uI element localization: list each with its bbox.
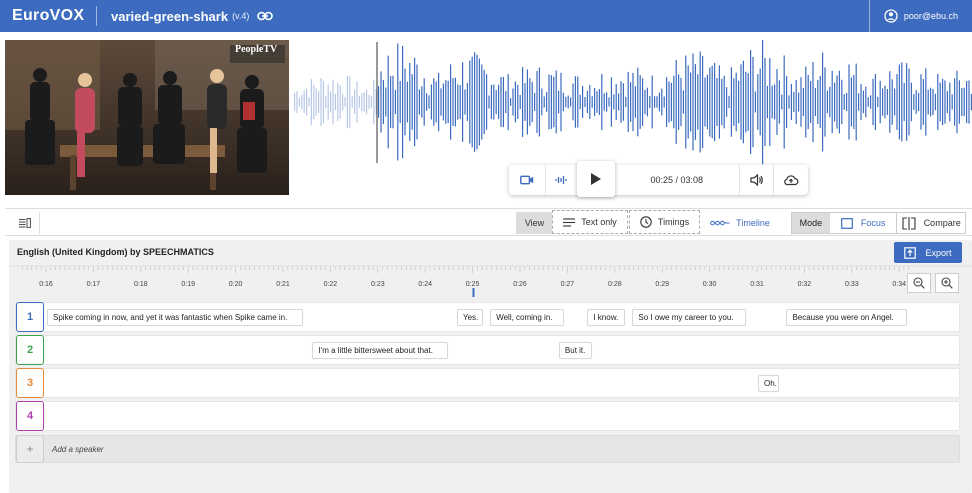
transcript-segment[interactable]: But it. [558, 342, 593, 359]
timeline-button[interactable]: Timeline [702, 212, 778, 234]
top-navbar: EuroVOX varied-green-shark (v.4) poor@eb… [0, 0, 972, 32]
ruler-label: 0:16 [39, 281, 53, 288]
export-label: Export [925, 247, 952, 258]
cloud-upload-icon [784, 175, 799, 186]
transcript-segment[interactable]: Well, coming in. [490, 309, 564, 326]
sidebar-toggle-button[interactable] [10, 212, 40, 234]
play-button[interactable] [577, 160, 615, 197]
speaker-number[interactable]: 4 [16, 401, 44, 431]
text-only-button[interactable]: Text only [552, 210, 628, 234]
speaker-number[interactable]: 1 [16, 302, 44, 332]
video-camera-icon [519, 175, 533, 185]
volume-button[interactable] [740, 165, 774, 195]
view-label: View [516, 212, 553, 234]
speaker-track-1[interactable]: 1 Spike coming in now, and yet it was fa… [15, 302, 960, 332]
ruler-label: 0:29 [655, 281, 669, 288]
zoom-in-button[interactable] [935, 273, 959, 293]
transcript-segment[interactable]: So I owe my career to you. [632, 309, 747, 326]
account-icon [884, 9, 898, 23]
volume-icon [750, 174, 763, 186]
ruler-label: 0:20 [229, 281, 243, 288]
timings-label: Timings [657, 217, 690, 227]
transcript-segment[interactable]: Because you were on Angel. [786, 309, 908, 326]
project-title: varied-green-shark [111, 8, 229, 24]
ruler-label: 0:27 [561, 281, 575, 288]
video-toggle-button[interactable] [509, 165, 545, 195]
timeline-label: Timeline [736, 218, 770, 228]
ruler-label: 0:23 [371, 281, 385, 288]
clock-icon [640, 216, 652, 228]
project-version: (v.4) [232, 11, 250, 21]
play-icon [590, 172, 601, 185]
view-toolbar: View Text only Timings Timeline Mode Foc… [5, 208, 972, 236]
player-controls: 00:25 / 03:08 [509, 160, 808, 197]
transcript-segment[interactable]: I'm a little bittersweet about that. [312, 342, 448, 359]
waveform-toggle-button[interactable] [546, 165, 578, 195]
export-button[interactable]: Export [894, 242, 962, 263]
video-player[interactable]: PeopleTV [5, 40, 289, 195]
focus-square-icon [840, 217, 853, 229]
ruler-label: 0:33 [845, 281, 859, 288]
compare-label: Compare [923, 218, 961, 228]
ruler-label: 0:34 [892, 281, 906, 288]
ruler-label: 0:25 [466, 281, 480, 288]
ruler-label: 0:18 [134, 281, 148, 288]
ruler-label: 0:21 [276, 281, 290, 288]
sidebar-icon [18, 218, 31, 228]
video-watermark: PeopleTV [235, 44, 278, 55]
focus-label: Focus [860, 218, 886, 228]
timeline-ruler[interactable]: 0:16 0:17 0:18 0:19 0:20 0:21 0:22 0:23 0:24 0:25… [9, 264, 972, 300]
compare-button[interactable]: Compare [897, 213, 965, 233]
add-speaker-plus-icon[interactable]: + [16, 435, 44, 463]
timeline-icon [710, 220, 730, 226]
compare-icon [902, 216, 916, 230]
add-speaker-placeholder[interactable]: Add a speaker [52, 445, 104, 454]
mode-group: Mode Focus Compare [791, 212, 966, 234]
ruler-label: 0:22 [324, 281, 338, 288]
ruler-label: 0:32 [798, 281, 812, 288]
transcript-segment[interactable]: Yes. [457, 309, 484, 326]
ruler-label: 0:28 [608, 281, 622, 288]
zoom-out-button[interactable] [907, 273, 931, 293]
speaker-track-3[interactable]: 3 Oh. [15, 368, 960, 398]
speaker-number[interactable]: 3 [16, 368, 44, 398]
user-menu[interactable]: poor@ebu.ch [868, 0, 972, 32]
upload-button[interactable] [774, 165, 808, 195]
header-divider [96, 6, 97, 26]
speaker-track-4[interactable]: 4 [15, 401, 960, 431]
waveform-icon [555, 176, 567, 184]
app-logo[interactable]: EuroVOX [12, 7, 96, 25]
text-only-label: Text only [581, 217, 617, 227]
zoom-out-icon [913, 277, 925, 289]
transcript-segment[interactable]: I know. [587, 309, 626, 326]
speaker-number[interactable]: 2 [16, 335, 44, 365]
export-icon [904, 246, 917, 259]
link-icon[interactable] [257, 10, 274, 22]
timecode-display: 00:25 / 03:08 [650, 175, 704, 185]
ruler-label: 0:31 [750, 281, 764, 288]
mode-label: Mode [792, 213, 830, 233]
timings-button[interactable]: Timings [629, 210, 700, 234]
speaker-track-2[interactable]: 2 I'm a little bittersweet about that. Bu… [15, 335, 960, 365]
ruler-label: 0:17 [87, 281, 101, 288]
transcript-segment[interactable]: Spike coming in now, and yet it was fant… [47, 309, 303, 326]
ruler-label: 0:24 [418, 281, 432, 288]
ruler-label: 0:26 [513, 281, 527, 288]
ruler-label: 0:19 [181, 281, 195, 288]
focus-button[interactable]: Focus [830, 213, 898, 233]
transcript-engine-title: English (United Kingdom) by SPEECHMATICS [17, 247, 214, 257]
text-lines-icon [563, 217, 576, 227]
ruler-playhead[interactable] [472, 288, 475, 297]
user-email: poor@ebu.ch [903, 11, 958, 21]
transcript-segment[interactable]: Oh. [758, 375, 780, 392]
zoom-in-icon [941, 277, 953, 289]
add-speaker-row[interactable]: + Add a speaker [15, 435, 960, 463]
ruler-label: 0:30 [703, 281, 717, 288]
audio-waveform[interactable] [292, 40, 972, 170]
